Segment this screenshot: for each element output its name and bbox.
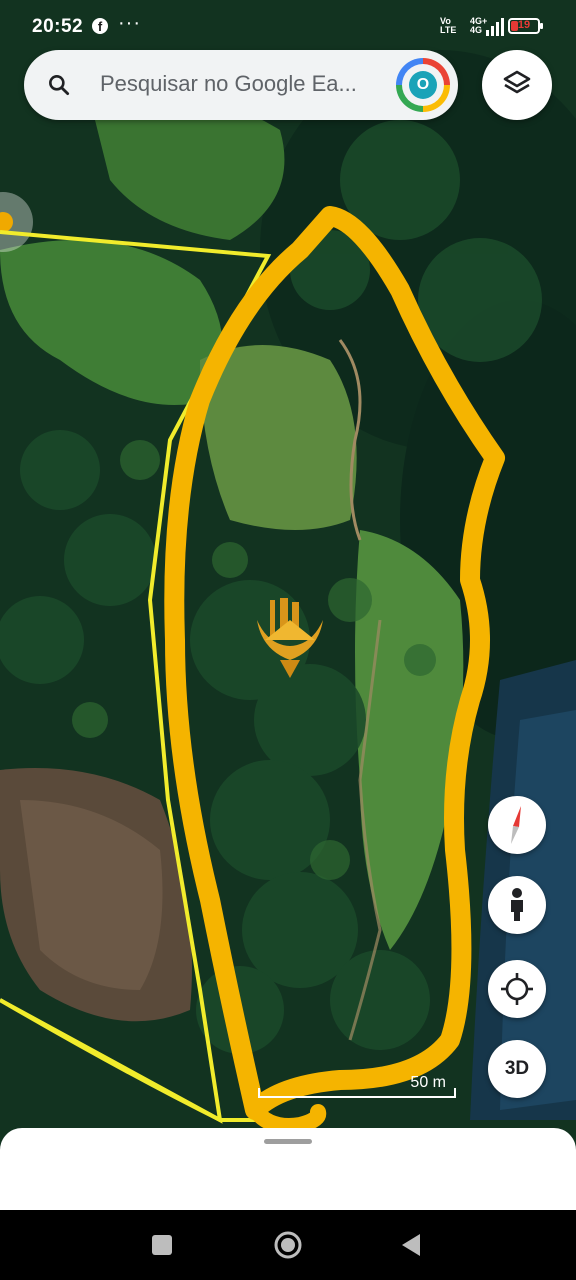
my-location-icon [501, 973, 533, 1005]
avatar-letter: O [409, 71, 437, 99]
satellite-map[interactable] [0, 0, 576, 1210]
system-navigation-bar [0, 1210, 576, 1280]
account-avatar[interactable]: O [396, 58, 450, 112]
layers-button[interactable] [482, 50, 552, 120]
scale-label: 50 m [410, 1074, 446, 1091]
my-location-button[interactable] [488, 960, 546, 1018]
search-icon[interactable] [46, 72, 72, 98]
facebook-icon: f [92, 18, 108, 34]
satellite-imagery [0, 0, 576, 1210]
triangle-back-icon[interactable] [394, 1227, 430, 1263]
street-view-button[interactable] [488, 876, 546, 934]
bottom-sheet-handle[interactable] [264, 1139, 312, 1144]
layers-icon [503, 70, 531, 94]
status-bar: 20:52 f ··· Vo LTE 4G+ 4G 19 [0, 0, 576, 54]
battery-icon: 19 [508, 18, 543, 34]
compass-icon [511, 806, 521, 844]
map-scale: 50 m [258, 1074, 456, 1102]
volte-icon: Vo LTE [440, 16, 457, 35]
clock: 20:52 [32, 16, 84, 37]
search-bar[interactable]: Pesquisar no Google Ea... O [24, 50, 458, 120]
circle-icon[interactable] [270, 1227, 306, 1263]
more-notifications-icon: ··· [118, 12, 141, 34]
search-input[interactable]: Pesquisar no Google Ea... [100, 71, 390, 97]
compass-button[interactable] [488, 796, 546, 854]
square-icon[interactable] [144, 1227, 180, 1263]
network-type-label: 4G+ 4G [470, 16, 488, 35]
3d-toggle-button[interactable]: 3D [488, 1040, 546, 1098]
pegman-icon [511, 888, 523, 921]
signal-strength-icon [486, 16, 504, 36]
battery-level: 19 [517, 19, 531, 31]
